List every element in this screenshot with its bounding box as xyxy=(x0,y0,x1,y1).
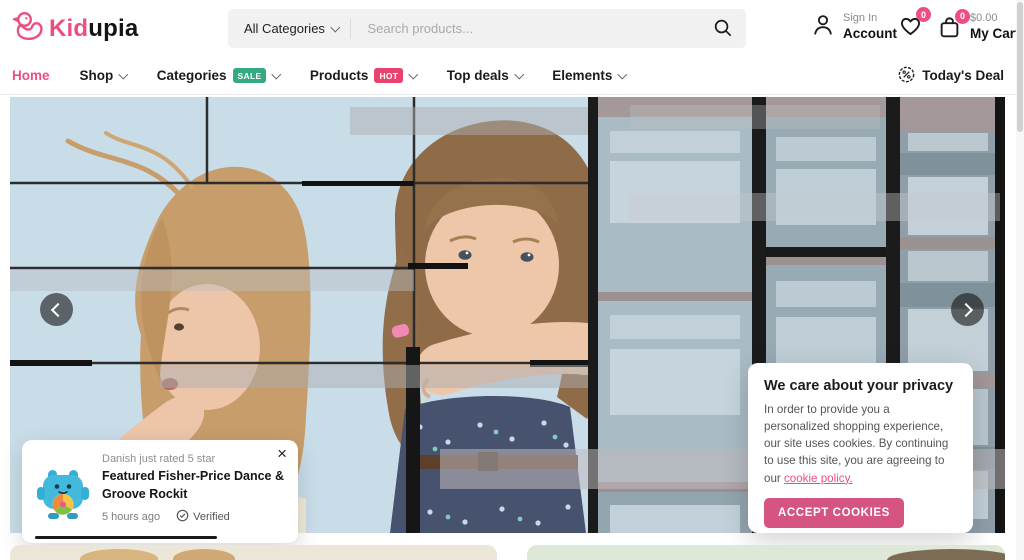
nav-item-home[interactable]: Home xyxy=(12,68,50,83)
cookie-body: In order to provide you a personalized s… xyxy=(764,403,949,485)
wishlist-button[interactable]: 0 xyxy=(897,7,931,39)
cart-count-badge: 0 xyxy=(955,8,970,24)
chevron-down-icon xyxy=(330,22,340,32)
review-notification-popup: × Danish just rated 5 star Featured Fish… xyxy=(22,440,298,543)
notification-heading: Danish just rated 5 star xyxy=(102,453,216,465)
notification-meta: 5 hours ago Verified xyxy=(102,509,284,525)
category-dropdown[interactable]: All Categories xyxy=(228,21,350,36)
chevron-left-icon xyxy=(50,302,66,317)
sale-badge: SALE xyxy=(232,68,267,83)
promo-banner-left[interactable] xyxy=(10,545,497,560)
toy-robot-thumbnail xyxy=(35,465,91,521)
accept-cookies-button[interactable]: ACCEPT COOKIES xyxy=(764,497,904,528)
main-nav: Home Shop Categories SALE Products HOT T… xyxy=(0,57,1024,95)
promo-banner-right[interactable] xyxy=(527,545,1005,560)
chevron-down-icon xyxy=(118,69,129,79)
hot-badge: HOT xyxy=(374,68,404,83)
search-bar: All Categories xyxy=(228,9,746,48)
account-labels: Sign In Account xyxy=(843,12,897,41)
notification-time: 5 hours ago xyxy=(102,511,161,523)
notification-timer-bar xyxy=(35,536,217,539)
search-input[interactable] xyxy=(351,21,707,36)
banner-figure xyxy=(80,549,158,560)
storefront-page: Kidupia All Categories Search products..… xyxy=(0,0,1024,560)
duck-icon xyxy=(12,9,46,48)
notification-product-name[interactable]: Featured Fisher-Price Dance & Groove Roc… xyxy=(102,468,284,503)
notification-content: Danish just rated 5 star Featured Fisher… xyxy=(102,453,284,525)
cookie-policy-link[interactable]: cookie policy. xyxy=(784,472,853,485)
user-icon xyxy=(810,12,836,43)
page-scrollbar[interactable] xyxy=(1016,0,1024,560)
verified-badge: Verified xyxy=(176,509,230,525)
scrollbar-thumb[interactable] xyxy=(1017,2,1023,132)
chevron-down-icon xyxy=(514,69,524,79)
cookie-consent-popup: We care about your privacy In order to p… xyxy=(748,363,973,533)
banner-figure xyxy=(887,549,1005,560)
brand-name: Kidupia xyxy=(49,14,139,42)
search-icon xyxy=(713,18,732,40)
chevron-down-icon xyxy=(272,69,282,79)
account-menu[interactable]: Sign In Account xyxy=(810,12,897,43)
cart-labels: $0.00 My Cart xyxy=(970,12,1020,41)
todays-deal-link[interactable]: Today's Deal xyxy=(897,65,1004,87)
wishlist-count-badge: 0 xyxy=(916,7,931,22)
percent-badge-icon xyxy=(897,65,916,87)
nav-item-shop[interactable]: Shop xyxy=(80,68,129,83)
search-button[interactable] xyxy=(707,18,746,40)
cookie-title: We care about your privacy xyxy=(764,378,954,394)
cart-icon xyxy=(936,17,963,45)
banner-figure xyxy=(173,549,235,560)
heart-icon xyxy=(897,17,924,43)
chevron-down-icon xyxy=(408,69,419,79)
nav-item-categories[interactable]: Categories SALE xyxy=(157,68,282,83)
chevron-down-icon xyxy=(617,69,628,79)
carousel-prev-button[interactable] xyxy=(40,293,73,326)
nav-item-products[interactable]: Products HOT xyxy=(310,68,419,83)
site-header: Kidupia All Categories Search products..… xyxy=(0,0,1024,57)
cart-button[interactable]: 0 $0.00 My Cart xyxy=(936,8,1020,45)
nav-item-top-deals[interactable]: Top deals xyxy=(447,68,524,83)
site-logo[interactable]: Kidupia xyxy=(12,9,138,48)
nav-item-elements[interactable]: Elements xyxy=(552,68,628,83)
carousel-next-button[interactable] xyxy=(951,293,984,326)
verified-check-icon xyxy=(176,509,189,525)
chevron-right-icon xyxy=(958,302,974,317)
